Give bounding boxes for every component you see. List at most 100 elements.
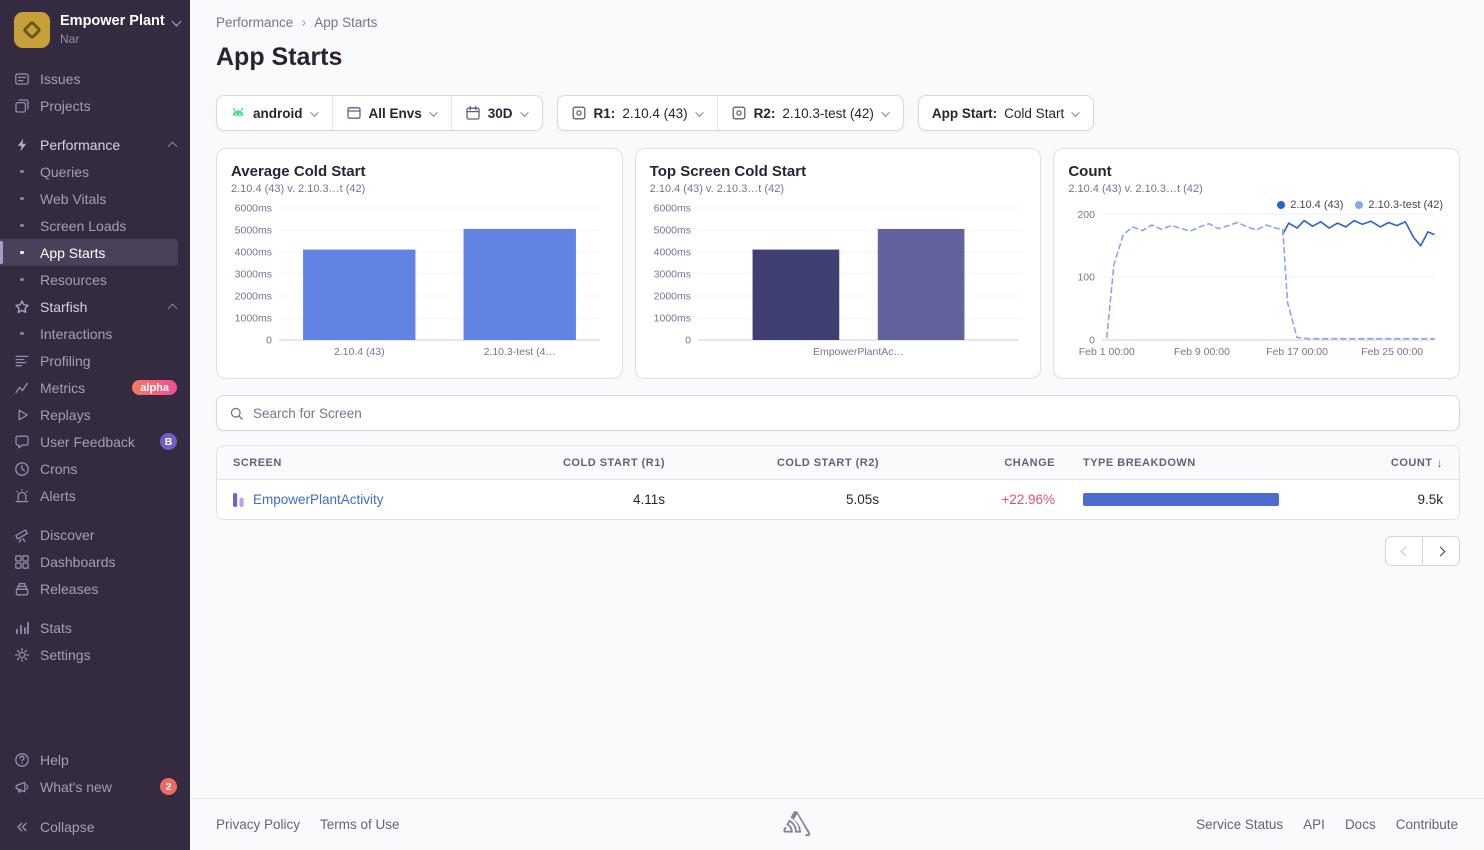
release-r1-value: 2.10.4 (43): [622, 106, 687, 121]
screen-link[interactable]: EmpowerPlantActivity: [253, 492, 384, 507]
legend-item: 2.10.4 (43): [1277, 199, 1343, 211]
sidebar-item-issues[interactable]: Issues: [0, 65, 190, 92]
search-input[interactable]: [253, 406, 1447, 421]
service-status-link[interactable]: Service Status: [1196, 817, 1283, 832]
legend-label: 2.10.3-test (42): [1368, 199, 1443, 211]
sidebar-item-dashboards[interactable]: Dashboards: [0, 548, 190, 575]
star-icon: [13, 299, 31, 315]
svg-text:Feb 17 00:00: Feb 17 00:00: [1266, 346, 1328, 358]
sidebar: Empower Plant Nar Issues Projects Perfor…: [0, 0, 190, 850]
sidebar-section-starfish[interactable]: Starfish: [0, 293, 190, 320]
android-icon: [230, 105, 246, 121]
chart-title: Average Cold Start: [231, 163, 608, 180]
column-header-type-breakdown[interactable]: TYPE BREAKDOWN: [1055, 457, 1283, 469]
api-link[interactable]: API: [1303, 817, 1325, 832]
sidebar-item-interactions[interactable]: Interactions: [0, 320, 190, 347]
sidebar-item-user-feedback[interactable]: User Feedback B: [0, 428, 190, 455]
sidebar-section-label: Performance: [40, 137, 120, 153]
sidebar-item-label: Projects: [40, 98, 91, 114]
column-header-screen[interactable]: SCREEN: [233, 457, 495, 469]
cold-start-r1-value: 4.11s: [495, 492, 665, 507]
sidebar-item-web-vitals[interactable]: Web Vitals: [0, 185, 190, 212]
chevron-down-icon: [310, 109, 318, 117]
org-logo: [14, 12, 50, 48]
chart-subtitle: 2.10.4 (43) v. 2.10.3…t (42): [650, 183, 1027, 195]
sidebar-item-crons[interactable]: Crons: [0, 455, 190, 482]
sidebar-item-projects[interactable]: Projects: [0, 92, 190, 119]
grid-icon: [13, 554, 31, 570]
type-breakdown-cell: [1055, 493, 1283, 506]
legend-dot-icon: [1277, 201, 1285, 209]
chevron-down-icon: [429, 109, 437, 117]
charts-row: Average Cold Start 2.10.4 (43) v. 2.10.3…: [216, 148, 1460, 379]
sidebar-item-discover[interactable]: Discover: [0, 521, 190, 548]
release-r1-filter-button[interactable]: R1: 2.10.4 (43): [558, 96, 717, 130]
sidebar-collapse-button[interactable]: Collapse: [0, 813, 190, 840]
sidebar-item-label: What's new: [40, 779, 112, 795]
next-page-button[interactable]: [1422, 536, 1460, 566]
breadcrumb-performance[interactable]: Performance: [216, 15, 293, 30]
calendar-icon: [465, 105, 481, 121]
alpha-badge: alpha: [132, 380, 177, 395]
main-area: Performance › App Starts App Starts andr…: [190, 0, 1484, 850]
sidebar-item-help[interactable]: Help: [0, 746, 190, 773]
sidebar-item-app-starts[interactable]: App Starts: [0, 239, 178, 266]
sidebar-item-whats-new[interactable]: What's new 2: [0, 773, 190, 800]
sidebar-item-screen-loads[interactable]: Screen Loads: [0, 212, 190, 239]
previous-page-button[interactable]: [1385, 536, 1423, 566]
footer: Privacy Policy Terms of Use Service Stat…: [190, 798, 1484, 850]
app-start-filter-value: Cold Start: [1004, 106, 1064, 121]
sidebar-item-replays[interactable]: Replays: [0, 401, 190, 428]
sidebar-item-label: Settings: [40, 647, 91, 663]
sidebar-item-stats[interactable]: Stats: [0, 614, 190, 641]
project-filter-button[interactable]: android: [217, 96, 332, 130]
date-range-filter-button[interactable]: 30D: [451, 96, 542, 130]
org-name: Empower Plant: [60, 13, 165, 29]
sidebar-item-resources[interactable]: Resources: [0, 266, 190, 293]
column-header-change[interactable]: CHANGE: [879, 457, 1055, 469]
sidebar-item-queries[interactable]: Queries: [0, 158, 190, 185]
terms-of-use-link[interactable]: Terms of Use: [320, 817, 400, 832]
type-breakdown-track: [1083, 493, 1279, 506]
legend-dot-icon: [1355, 201, 1363, 209]
svg-text:0: 0: [685, 335, 691, 347]
sidebar-item-label: Discover: [40, 527, 94, 543]
screen-search-bar: [216, 395, 1460, 431]
column-header-cold-start-r2[interactable]: COLD START (R2): [665, 457, 879, 469]
sidebar-item-settings[interactable]: Settings: [0, 641, 190, 668]
sidebar-item-alerts[interactable]: Alerts: [0, 482, 190, 509]
issues-icon: [13, 71, 31, 87]
svg-text:6000ms: 6000ms: [653, 203, 690, 215]
sidebar-item-label: Replays: [40, 407, 91, 423]
metrics-icon: [13, 380, 31, 396]
environment-filter-button[interactable]: All Envs: [332, 96, 451, 130]
release-r2-filter-button[interactable]: R2: 2.10.3-test (42): [717, 96, 903, 130]
sort-desc-icon: ↓: [1437, 456, 1444, 470]
sidebar-item-metrics[interactable]: Metrics alpha: [0, 374, 190, 401]
sidebar-item-label: Collapse: [40, 819, 94, 835]
change-value: +22.96%: [879, 492, 1055, 507]
org-subtitle: Nar: [60, 32, 181, 46]
app-start-type-filter-button[interactable]: App Start: Cold Start: [919, 96, 1093, 130]
column-header-cold-start-r1[interactable]: COLD START (R1): [495, 457, 665, 469]
sidebar-item-label: Releases: [40, 581, 98, 597]
svg-text:100: 100: [1078, 272, 1096, 284]
sidebar-item-label: Web Vitals: [40, 191, 106, 207]
org-switcher[interactable]: Empower Plant Nar: [0, 0, 190, 59]
environment-filter-value: All Envs: [369, 106, 422, 121]
sidebar-item-profiling[interactable]: Profiling: [0, 347, 190, 374]
date-range-filter-value: 30D: [488, 106, 513, 121]
type-breakdown-bar[interactable]: [1083, 493, 1279, 506]
sidebar-item-releases[interactable]: Releases: [0, 575, 190, 602]
contribute-link[interactable]: Contribute: [1396, 817, 1458, 832]
docs-link[interactable]: Docs: [1345, 817, 1376, 832]
column-header-count[interactable]: COUNT ↓: [1283, 456, 1443, 470]
svg-text:200: 200: [1078, 209, 1096, 221]
sidebar-section-performance[interactable]: Performance: [0, 131, 190, 158]
svg-text:5000ms: 5000ms: [653, 225, 690, 237]
page-content: Performance › App Starts App Starts andr…: [190, 0, 1484, 798]
chart-subtitle: 2.10.4 (43) v. 2.10.3…t (42): [231, 183, 608, 195]
privacy-policy-link[interactable]: Privacy Policy: [216, 817, 300, 832]
sentry-logo: [783, 811, 813, 838]
breadcrumb-separator-icon: ›: [301, 15, 306, 30]
